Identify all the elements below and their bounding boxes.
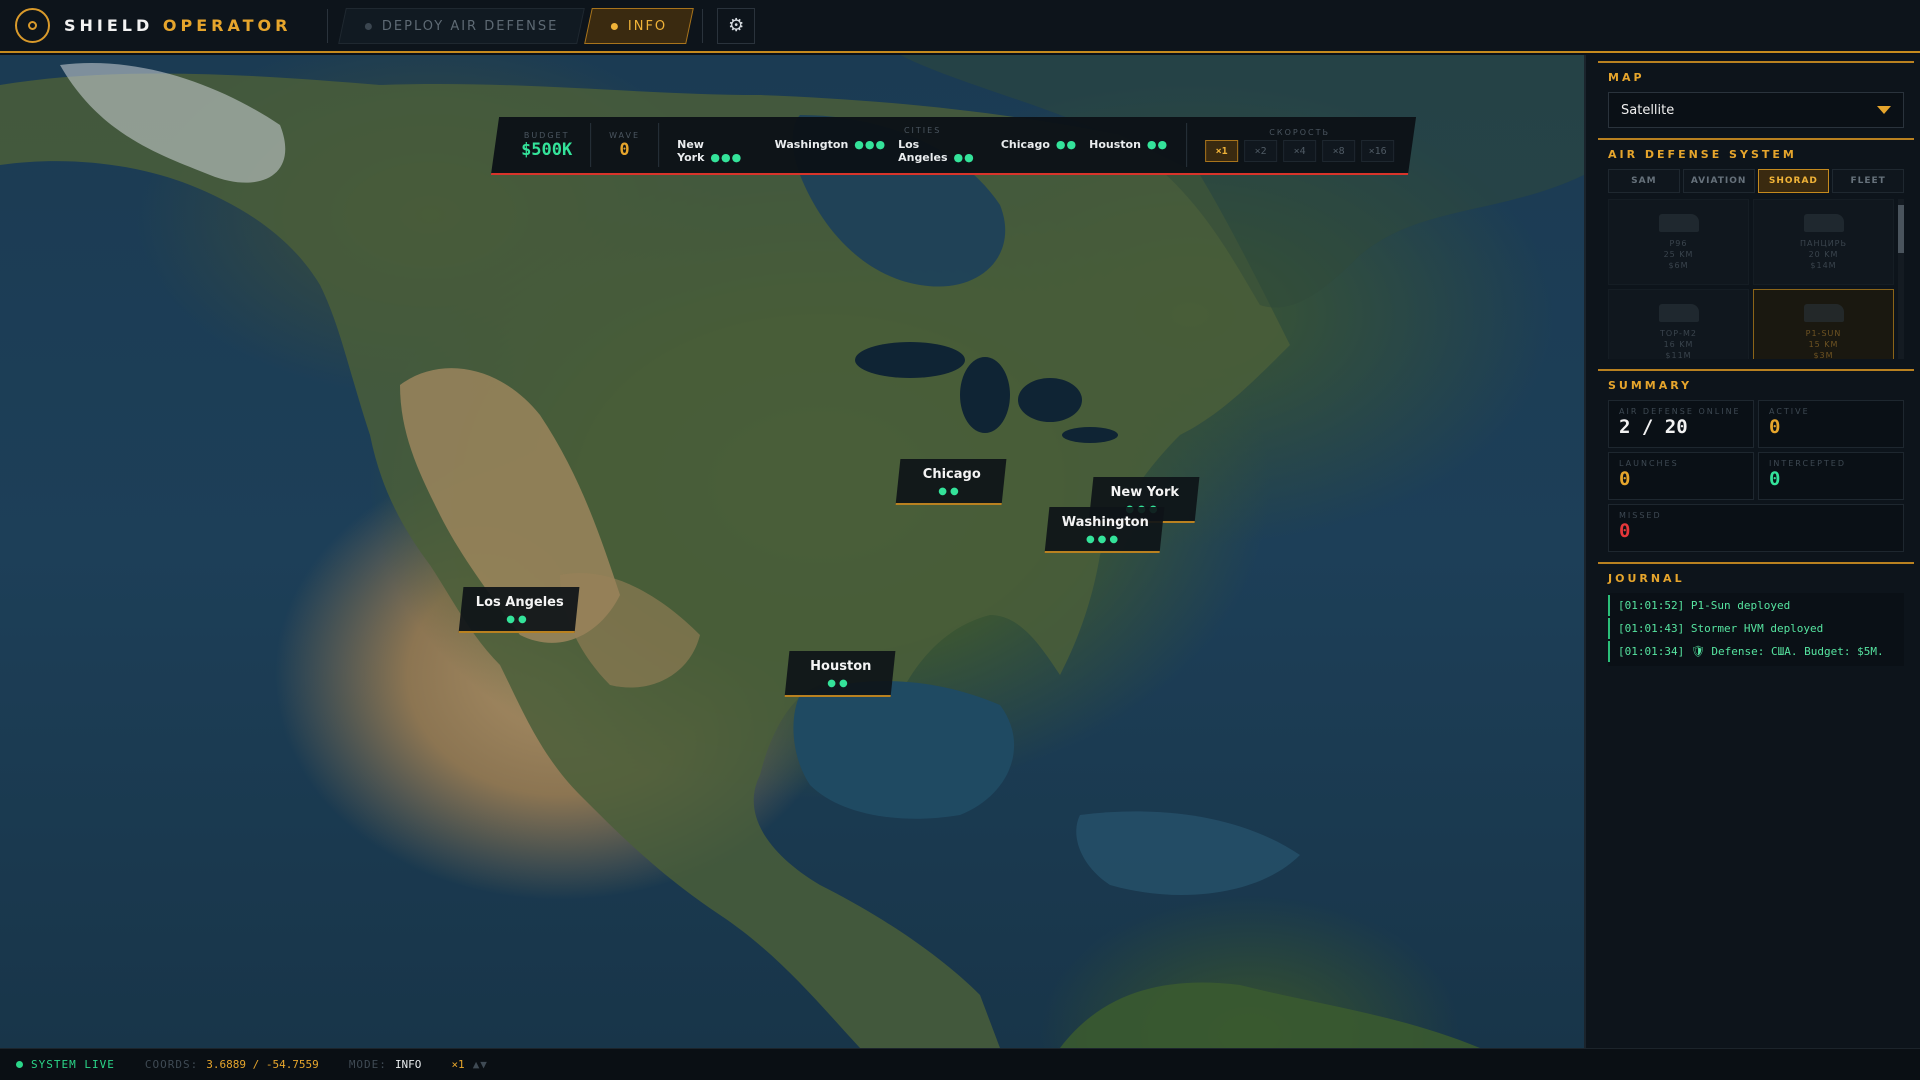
- coords-value: 3.6889 / -54.7559: [206, 1058, 319, 1071]
- journal-entry: [01:01:34] 🛡 Defense: США. Budget: $5M.: [1608, 641, 1904, 662]
- unit-card[interactable]: ПАНЦИРЬ 20 KM $14M: [1753, 199, 1894, 285]
- status-bar: SYSTEM LIVE COORDS: 3.6889 / -54.7559 MO…: [0, 1048, 1920, 1080]
- tab-bullet-icon: [610, 22, 618, 29]
- vehicle-icon: [1803, 213, 1844, 232]
- speed-arrows-icon: ▲▼: [472, 1058, 488, 1071]
- budget-value: $500K: [521, 139, 573, 160]
- wave-value: 0: [619, 139, 630, 160]
- city-marker-houston[interactable]: Houston ●●: [784, 651, 896, 697]
- vehicle-icon: [1658, 213, 1699, 232]
- speed-button-x1[interactable]: ×1: [1205, 140, 1239, 162]
- vehicle-icon: [1658, 303, 1699, 322]
- stat-active: ACTIVE 0: [1758, 400, 1904, 448]
- stat-launches: LAUNCHES 0: [1608, 452, 1754, 500]
- unit-list-scrollbar[interactable]: [1898, 199, 1904, 359]
- app-title: SHIELD OPERATOR: [64, 16, 292, 35]
- map-type-select[interactable]: Satellite: [1608, 92, 1904, 128]
- unit-card-selected[interactable]: P1-SUN 15 KM $3M: [1753, 289, 1894, 359]
- chevron-down-icon: [1877, 106, 1891, 114]
- category-tab-aviation[interactable]: AVIATION: [1682, 169, 1755, 193]
- vehicle-icon: [1803, 303, 1844, 322]
- tab-bullet-icon: [365, 22, 373, 29]
- city-marker-chicago[interactable]: Chicago ●●: [895, 459, 1007, 505]
- speed-button-x8[interactable]: ×8: [1322, 140, 1356, 162]
- air-defense-section: AIR DEFENSE SYSTEM SAM AVIATION SHORAD F…: [1598, 138, 1914, 369]
- map-view[interactable]: BUDGET $500K WAVE 0 CITIES New York ●●● W…: [0, 55, 1584, 1048]
- satellite-terrain: [0, 55, 1584, 1048]
- stat-intercepted: INTERCEPTED 0: [1758, 452, 1904, 500]
- settings-button[interactable]: ⚙: [717, 7, 756, 44]
- speed-control: СКОРОСТЬ ×1 ×2 ×4 ×8 ×16: [1187, 128, 1412, 162]
- speed-value: ×1: [451, 1058, 465, 1071]
- category-tab-fleet[interactable]: FLEET: [1832, 169, 1904, 193]
- journal-entry: [01:01:52] P1-Sun deployed: [1608, 595, 1904, 616]
- city-status: Houston ●●: [1089, 138, 1169, 151]
- stat-missed: MISSED 0: [1608, 504, 1904, 552]
- top-bar: SHIELD OPERATOR DEPLOY AIR DEFENSE INFO …: [0, 0, 1920, 53]
- tab-deploy-air-defense[interactable]: DEPLOY AIR DEFENSE: [338, 7, 586, 44]
- journal-entry: [01:01:43] Stormer HVM deployed: [1608, 618, 1904, 639]
- budget-display: BUDGET $500K: [521, 130, 573, 160]
- side-panel: MAP Satellite AIR DEFENSE SYSTEM SAM AVI…: [1584, 55, 1920, 1048]
- category-tab-shorad[interactable]: SHORAD: [1757, 169, 1830, 193]
- category-tab-sam[interactable]: SAM: [1608, 169, 1680, 193]
- speed-button-x16[interactable]: ×16: [1361, 140, 1395, 162]
- cities-display: CITIES New York ●●● Washington ●●● Los Ang…: [677, 126, 1169, 164]
- tab-info[interactable]: INFO: [584, 7, 694, 44]
- hud-bar: BUDGET $500K WAVE 0 CITIES New York ●●● W…: [490, 117, 1417, 175]
- city-marker-los-angeles[interactable]: Los Angeles ●●: [458, 587, 580, 633]
- city-status: New York ●●●: [677, 138, 743, 164]
- mode-value: INFO: [394, 1058, 422, 1071]
- city-status: Los Angeles ●●: [898, 138, 975, 164]
- map-section: MAP Satellite: [1598, 61, 1914, 138]
- city-marker-washington[interactable]: Washington ●●●: [1044, 507, 1165, 553]
- speed-button-x4[interactable]: ×4: [1283, 140, 1317, 162]
- city-status: Chicago ●●: [1000, 138, 1078, 151]
- wave-display: WAVE 0: [609, 130, 641, 160]
- unit-card[interactable]: ТОР-М2 16 KM $11M: [1608, 289, 1749, 359]
- unit-list: Р96 25 KM $6M ПАНЦИРЬ 20 KM $14M ТОР-М2 16 KM…: [1608, 199, 1904, 359]
- summary-section: SUMMARY AIR DEFENSE ONLINE 2 / 20 ACTIVE…: [1598, 369, 1914, 562]
- speed-button-x2[interactable]: ×2: [1244, 140, 1278, 162]
- gear-icon: ⚙: [728, 15, 745, 36]
- journal-section: JOURNAL [01:01:52] P1-Sun deployed [01:0…: [1598, 562, 1914, 676]
- live-indicator-icon: [16, 1061, 23, 1068]
- logo-icon: [15, 8, 50, 43]
- city-status: Washington ●●●: [774, 138, 887, 151]
- stat-online: AIR DEFENSE ONLINE 2 / 20: [1608, 400, 1754, 448]
- unit-card[interactable]: Р96 25 KM $6M: [1608, 199, 1749, 285]
